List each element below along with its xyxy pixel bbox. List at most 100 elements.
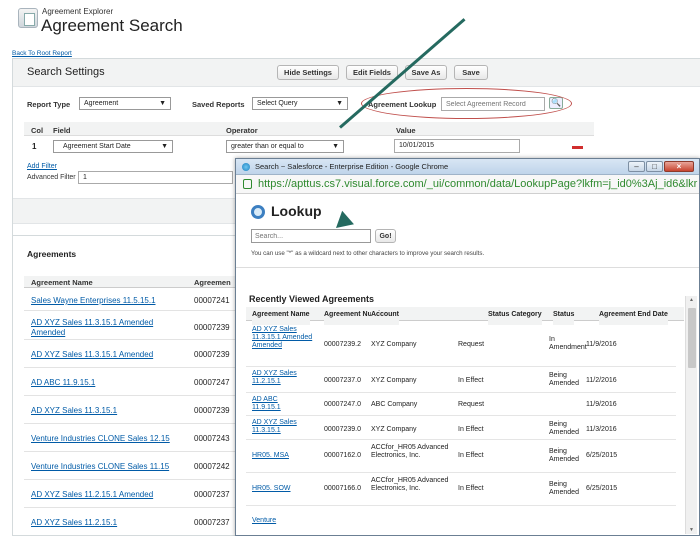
status-category: In Effect — [458, 426, 484, 433]
account: ACCfor_HR05 Advanced Electronics, Inc. — [371, 444, 449, 459]
table-row[interactable]: AD XYZ Sales 11.3.15.1 00007239 — [24, 396, 236, 424]
cloud-icon — [242, 163, 250, 171]
report-type-select[interactable]: Agreement ▼ — [79, 97, 171, 110]
table-row[interactable]: AD XYZ Sales 11.3.15.1 Amended 00007239 — [24, 340, 236, 368]
end-date: 11/9/2016 — [586, 401, 617, 408]
add-filter-link[interactable]: Add Filter — [27, 163, 57, 170]
agreement-name-link[interactable]: AD ABC 11.9.15.1 — [31, 378, 95, 387]
lookup-search-input[interactable] — [251, 229, 371, 243]
agreement-name-link[interactable]: Sales Wayne Enterprises 11.5.15.1 — [31, 296, 156, 305]
lookup-title: Lookup — [271, 203, 322, 219]
agreement-name-link[interactable]: Venture Industries CLONE Sales 11.15 — [31, 462, 169, 471]
agreement-name-link[interactable]: AD XYZ Sales 11.2.15.1 Amended — [31, 490, 153, 499]
table-row[interactable]: AD XYZ Sales 11.2.15.1 Amended 00007237 — [24, 480, 236, 508]
filter-value-input[interactable]: 10/01/2015 — [394, 139, 520, 153]
scroll-down-icon[interactable]: ▼ — [689, 527, 694, 533]
agreement-number: 00007239 — [194, 406, 230, 415]
filter-field-select[interactable]: Agreement Start Date ▼ — [53, 140, 173, 153]
filter-operator-select[interactable]: greater than or equal to ▼ — [226, 140, 344, 153]
value-header: Value — [396, 126, 416, 135]
save-button[interactable]: Save — [454, 65, 488, 80]
chevron-down-icon: ▼ — [159, 100, 166, 107]
popup-scrollbar[interactable]: ▲ ▼ — [685, 296, 697, 534]
table-row[interactable]: Venture Industries CLONE Sales 12.15 0000… — [24, 424, 236, 452]
agreements-title: Agreements — [27, 249, 77, 259]
status: In Amendment — [549, 336, 587, 351]
table-row[interactable]: HR05. MSA 00007162.0 ACCfor_HR05 Advance… — [246, 440, 676, 473]
agreement-number-header: Agreemen — [194, 278, 231, 287]
annotation-oval — [361, 88, 572, 119]
table-row[interactable]: AD XYZ Sales 11.2.15.1 00007237 — [24, 508, 236, 536]
account: ACCfor_HR05 Advanced Electronics, Inc. — [371, 477, 449, 492]
agreement-name-link[interactable]: HR05. SOW — [252, 485, 291, 493]
go-button[interactable]: Go! — [375, 229, 396, 243]
remove-filter-icon[interactable] — [572, 146, 583, 149]
agreement-number: 00007237.0 — [324, 377, 361, 384]
maximize-button[interactable]: □ — [646, 161, 663, 172]
edit-fields-button[interactable]: Edit Fields — [346, 65, 398, 80]
wildcard-hint: You can use "*" as a wildcard next to ot… — [251, 250, 485, 257]
status-category: In Effect — [458, 377, 484, 384]
popup-titlebar[interactable]: Search ~ Salesforce - Enterprise Edition… — [236, 159, 699, 175]
back-to-root-report-link[interactable]: Back To Root Report — [12, 50, 72, 57]
agreement-name-link[interactable]: AD XYZ Sales 11.2.15.1 — [31, 518, 117, 527]
saved-reports-select[interactable]: Select Query ▼ — [252, 97, 348, 110]
table-row[interactable]: Venture — [246, 506, 676, 534]
agreement-name-link[interactable]: AD XYZ Sales 11.3.15.1 — [252, 419, 314, 435]
address-bar[interactable]: https://apttus.cs7.visual.force.com/_ui/… — [236, 175, 699, 194]
agreement-number: 00007247.0 — [324, 401, 361, 408]
agreement-number: 00007243 — [194, 434, 230, 443]
hide-settings-button[interactable]: Hide Settings — [277, 65, 339, 80]
agreement-name-link[interactable]: Venture Industries CLONE Sales 12.15 — [31, 434, 170, 443]
end-date: 11/2/2016 — [586, 377, 617, 384]
table-row[interactable]: Venture Industries CLONE Sales 11.15 0000… — [24, 452, 236, 480]
close-button[interactable]: × — [664, 161, 694, 172]
divider — [236, 267, 699, 268]
agreement-number: 00007241 — [194, 296, 230, 305]
table-row[interactable]: Sales Wayne Enterprises 11.5.15.1 0000724… — [24, 289, 236, 311]
report-type-value: Agreement — [84, 100, 119, 107]
minimize-button[interactable]: – — [628, 161, 645, 172]
agreement-number: 00007247 — [194, 378, 230, 387]
agreement-number: 00007239 — [194, 350, 230, 359]
status: Being Amended — [549, 372, 579, 387]
table-row[interactable]: AD XYZ Sales 11.2.15.1 00007237.0 XYZ Co… — [246, 367, 676, 393]
table-row[interactable]: AD XYZ Sales 11.3.15.1 00007239.0 XYZ Co… — [246, 416, 676, 440]
filter-operator-value: greater than or equal to — [231, 143, 304, 150]
agreement-name-link[interactable]: AD XYZ Sales 11.3.15.1 Amended Amended — [252, 326, 314, 350]
search-settings-title: Search Settings — [27, 66, 105, 78]
account: XYZ Company — [371, 426, 417, 433]
field-header: Field — [53, 126, 71, 135]
account: ABC Company — [371, 401, 418, 408]
table-row[interactable]: AD XYZ Sales 11.3.15.1 Amended Amended 0… — [246, 322, 676, 367]
agreement-name-link[interactable]: AD XYZ Sales 11.3.15.1 Amended — [31, 318, 153, 327]
table-row[interactable]: AD ABC 11.9.15.1 00007247 — [24, 368, 236, 396]
scroll-up-icon[interactable]: ▲ — [689, 297, 694, 303]
agreement-name-link[interactable]: AD XYZ Sales 11.2.15.1 — [252, 370, 314, 386]
agreement-name-link[interactable]: Venture — [252, 517, 276, 525]
agreement-number: 00007239.2 — [324, 341, 361, 348]
table-row[interactable]: HR05. SOW 00007166.0 ACCfor_HR05 Advance… — [246, 473, 676, 506]
agreement-name-link[interactable]: AD XYZ Sales 11.3.15.1 Amended — [31, 350, 153, 359]
saved-reports-value: Select Query — [257, 100, 298, 107]
agreement-name-link[interactable]: AD XYZ Sales 11.3.15.1 — [31, 406, 117, 415]
lookup-popup-window[interactable]: Search ~ Salesforce - Enterprise Edition… — [235, 158, 700, 536]
app-logo-icon — [18, 8, 38, 28]
app-name: Agreement Explorer — [42, 7, 114, 16]
agreement-name-link[interactable]: AD ABC 11.9.15.1 — [252, 396, 292, 412]
agreement-name-link[interactable]: HR05. MSA — [252, 452, 289, 460]
scrollbar-thumb[interactable] — [688, 308, 696, 368]
saved-reports-label: Saved Reports — [192, 100, 245, 109]
operator-header: Operator — [226, 126, 258, 135]
status-category: In Effect — [458, 485, 484, 492]
advanced-filter-input[interactable]: 1 — [78, 171, 233, 184]
table-row[interactable]: AD XYZ Sales 11.3.15.1 Amended Amended 000… — [24, 311, 236, 340]
agreement-name-link-cont[interactable]: Amended — [31, 328, 65, 337]
end-date: 6/25/2015 — [586, 485, 618, 492]
table-row[interactable]: AD ABC 11.9.15.1 00007247.0 ABC Company … — [246, 393, 676, 416]
advanced-filter-label: Advanced Filter — [27, 174, 76, 181]
agreement-number: 00007166.0 — [324, 485, 361, 492]
recent-agreements-title: Recently Viewed Agreements — [249, 294, 375, 304]
filter-table-header — [24, 122, 594, 136]
status-category: Request — [458, 401, 485, 408]
